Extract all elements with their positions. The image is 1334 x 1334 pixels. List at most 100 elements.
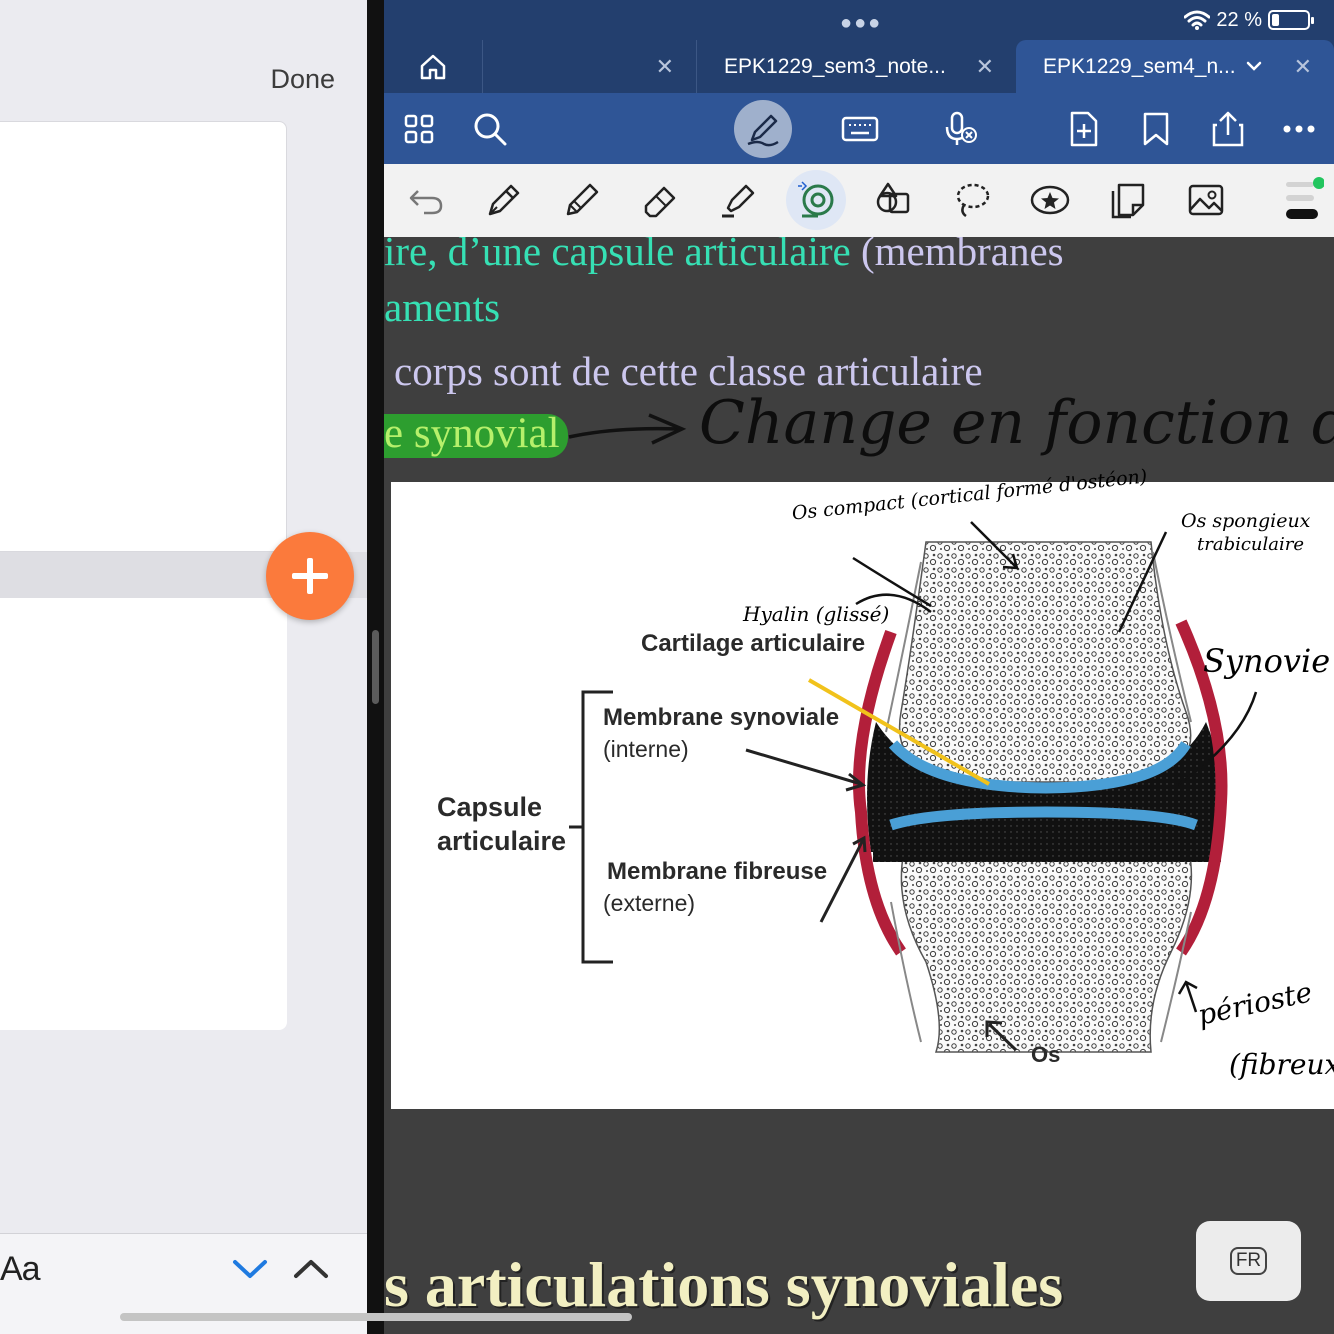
voice-icon: [945, 111, 977, 145]
close-icon[interactable]: ✕: [656, 54, 674, 80]
home-icon: [420, 54, 446, 79]
bookmark-button[interactable]: [1126, 93, 1186, 164]
tab-label: EPK1229_sem4_n...: [1043, 54, 1236, 78]
note-card-bottom[interactable]: [0, 598, 287, 1030]
keyboard-button[interactable]: [830, 93, 890, 164]
drawing-toolbar: [384, 164, 1334, 237]
find-next-button[interactable]: [230, 1254, 270, 1284]
sticky-note-tool[interactable]: [1098, 170, 1158, 230]
share-button[interactable]: [1198, 93, 1258, 164]
tape-tool-icon: [798, 181, 834, 218]
tab-bar: ●●● 22 % ✕ EPK1229_sem3_note... ✕ EPK122…: [384, 0, 1334, 93]
tape-tool[interactable]: [786, 170, 846, 230]
search-icon: [474, 113, 507, 145]
lasso-icon: [956, 183, 990, 218]
membrane-synoviale-label: Membrane synoviale: [603, 704, 840, 731]
more-button[interactable]: [1269, 93, 1329, 164]
capsule-label: Capsule: [437, 792, 543, 822]
done-button[interactable]: Done: [270, 64, 335, 95]
undo-icon: [409, 190, 443, 215]
highlighter-icon: [722, 184, 755, 218]
chevron-up-icon: [294, 1260, 328, 1278]
highlighted-text-line: e synovial: [384, 410, 560, 457]
wifi-icon: [1184, 10, 1211, 30]
tab-sem4-notes[interactable]: EPK1229_sem4_n... ✕: [1016, 40, 1334, 93]
text-span: (membranes: [860, 237, 1064, 274]
voice-record-button[interactable]: [930, 93, 990, 164]
fountain-pen-icon: [488, 184, 520, 216]
text-span: ire, d’une capsule articulaire: [384, 237, 861, 274]
status-bar: 22 %: [1184, 8, 1314, 32]
text-format-button[interactable]: Aa: [0, 1250, 41, 1289]
tab-sem3-notes[interactable]: EPK1229_sem3_note... ✕: [696, 40, 1016, 93]
fountain-pen-tool[interactable]: [474, 170, 534, 230]
pen-mode-button[interactable]: [734, 100, 792, 158]
capsule-label-2: articulaire: [437, 826, 567, 856]
sticky-note-icon: [1111, 183, 1145, 219]
handwritten-note-hyalin: Hyalin (glissé): [743, 602, 890, 626]
sticker-icon: [1030, 185, 1070, 215]
add-button[interactable]: [266, 532, 354, 620]
highlighter-tool[interactable]: [708, 170, 768, 230]
sticker-tool[interactable]: [1020, 170, 1080, 230]
pencil-tool[interactable]: [552, 170, 612, 230]
more-icon: [1283, 125, 1315, 132]
section-title: s articulations synoviales: [384, 1249, 1064, 1320]
split-view-divider: [367, 0, 384, 1334]
stroke-width-icon: [1286, 177, 1324, 219]
search-button[interactable]: [460, 93, 520, 164]
grid-button[interactable]: [389, 93, 449, 164]
image-icon: [1188, 184, 1224, 216]
home-tab[interactable]: [384, 40, 482, 93]
battery-percent: 22 %: [1216, 8, 1262, 31]
annotation-change-text: Change en fonction des: [699, 388, 1334, 458]
battery-level: [1272, 14, 1280, 26]
image-tool[interactable]: [1176, 170, 1236, 230]
tab-untitled[interactable]: ✕: [482, 40, 696, 93]
membrane-fibreuse-sub: (externe): [603, 890, 696, 916]
chevron-down-icon: [233, 1260, 267, 1278]
os-label: Os: [1031, 1042, 1061, 1067]
shapes-icon: [876, 182, 910, 214]
find-previous-button[interactable]: [291, 1254, 331, 1284]
lasso-tool[interactable]: [942, 170, 1002, 230]
undo-button[interactable]: [396, 170, 456, 230]
handwritten-note-fibreux: (fibreux): [1229, 1048, 1334, 1081]
document-app: ●●● 22 % ✕ EPK1229_sem3_note... ✕ EPK122…: [384, 0, 1334, 1334]
close-icon[interactable]: ✕: [976, 54, 994, 80]
keyboard-icon: [841, 116, 879, 141]
tab-label: EPK1229_sem3_note...: [724, 54, 946, 78]
handwritten-note-trabiculaire: trabiculaire: [1197, 534, 1305, 555]
battery-icon: [1268, 10, 1314, 30]
language-badge: FR: [1229, 1247, 1268, 1275]
home-indicator[interactable]: [120, 1313, 632, 1321]
document-page[interactable]: ire, d’une capsule articulaire (membrane…: [384, 237, 1334, 1334]
handwritten-note-os-spongieux: Os spongieux: [1181, 510, 1311, 532]
close-icon[interactable]: ✕: [1294, 54, 1312, 80]
pen-mode-icon: [747, 114, 779, 147]
multitasking-icon[interactable]: ●●●: [840, 12, 882, 35]
handwritten-note-synovie: Synovie: [1203, 642, 1331, 680]
add-page-button[interactable]: [1054, 93, 1114, 164]
membrane-synoviale-sub: (interne): [603, 736, 689, 762]
eraser-tool[interactable]: [630, 170, 690, 230]
joint-diagram: Cartilage articulaire Membrane synoviale…: [391, 465, 1334, 1109]
eraser-icon: [644, 186, 676, 218]
bookmark-icon: [1143, 112, 1169, 145]
share-icon: [1212, 111, 1244, 146]
cartilage-label: Cartilage articulaire: [641, 630, 866, 657]
note-card-top[interactable]: [0, 121, 287, 552]
membrane-fibreuse-label: Membrane fibreuse: [607, 858, 828, 885]
document-text-line: aments: [384, 284, 501, 330]
plus-icon: [292, 558, 328, 594]
notes-side-panel: Done Aa: [0, 0, 367, 1334]
split-view-handle[interactable]: [372, 630, 379, 704]
main-toolbar: [384, 93, 1334, 164]
chevron-down-icon[interactable]: [1244, 56, 1264, 76]
pencil-icon: [566, 183, 599, 216]
stroke-width-button[interactable]: [1269, 170, 1329, 230]
shapes-tool[interactable]: [864, 170, 924, 230]
add-page-icon: [1070, 111, 1098, 146]
handwritten-annotation: Change en fonction des: [568, 388, 1334, 458]
language-button[interactable]: FR: [1196, 1221, 1301, 1301]
